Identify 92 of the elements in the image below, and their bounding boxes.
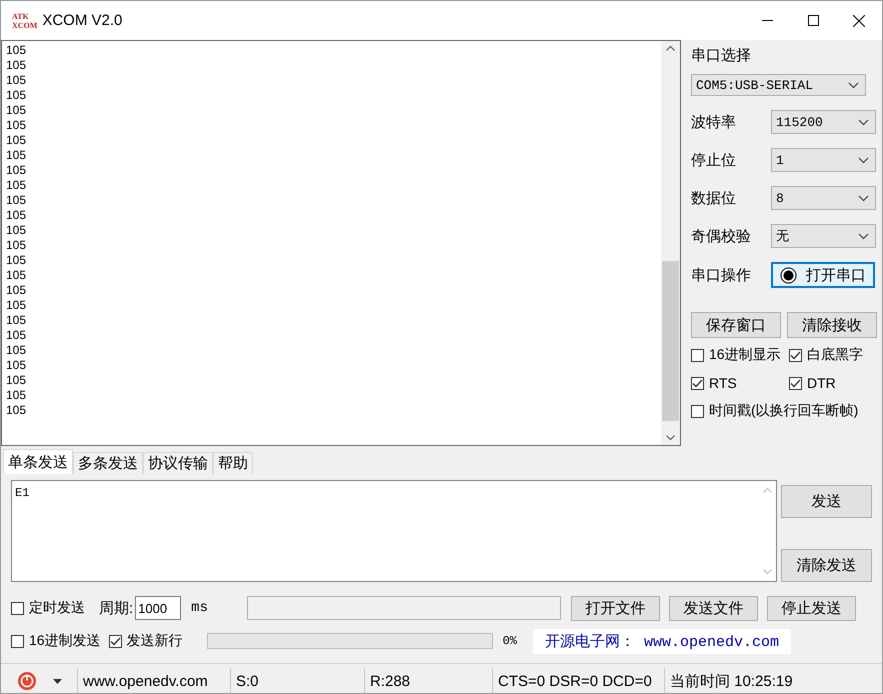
received-count: R:288 [365, 668, 493, 693]
chevron-down-icon [858, 232, 869, 240]
period-label: 周期: [99, 598, 134, 618]
current-time: 当前时间 10:25:19 [669, 672, 794, 692]
window-title: XCOM V2.0 [42, 12, 122, 29]
clear-receive-button[interactable]: 清除接收 [787, 312, 877, 338]
receive-line: 105 [6, 178, 28, 193]
receive-line: 105 [6, 358, 28, 373]
chevron-down-icon [666, 435, 675, 441]
tab[interactable]: 单条发送 [3, 449, 73, 474]
checkbox-label: 白底黑字 [807, 346, 863, 364]
checkbox[interactable] [789, 348, 802, 362]
receive-line: 105 [6, 193, 28, 208]
setting-label: 停止位 [691, 150, 737, 170]
sent-count: S:0 [231, 668, 365, 693]
scrollbar[interactable] [661, 41, 680, 445]
checkbox[interactable] [691, 348, 704, 362]
checkbox-label: 时间戳(以换行回车断帧) [709, 402, 858, 420]
website-text: www.openedv.com [78, 668, 231, 693]
receive-area[interactable]: 105 105 105 105 105 105 105 105 105 105 105 105 105 105 105 105 105 105 105 105 105 105 105 105 105 [1, 40, 681, 446]
checkbox[interactable] [11, 634, 24, 648]
receive-line: 105 [6, 148, 28, 163]
checkbox[interactable] [108, 634, 122, 648]
send-text-field[interactable]: E1 [11, 480, 777, 582]
receive-line: 105 [6, 88, 28, 103]
send-file-button[interactable]: 发送文件 [668, 596, 758, 620]
chevron-up-icon [762, 487, 772, 493]
open-port-button[interactable]: 打开串口 [771, 262, 875, 288]
checkbox[interactable] [11, 602, 24, 614]
receive-line: 105 [6, 43, 28, 58]
open-file-button[interactable]: 打开文件 [570, 596, 660, 620]
receive-line: 105 [6, 343, 28, 358]
receive-line: 105 [6, 238, 28, 253]
receive-line: 105 [6, 133, 28, 148]
dropdown-arrow-icon[interactable] [52, 678, 62, 684]
receive-line: 105 [6, 118, 28, 133]
checkbox[interactable] [691, 376, 704, 390]
receive-line: 105 [6, 103, 28, 118]
setting-label: 数据位 [691, 188, 737, 208]
power-icon[interactable] [16, 671, 36, 691]
receive-line: 105 [6, 298, 28, 313]
setting-label: 波特率 [691, 112, 737, 132]
tab[interactable]: 协议传输 [143, 452, 213, 474]
setting-dropdown[interactable]: 无 [771, 224, 876, 248]
checkbox[interactable] [789, 376, 802, 390]
receive-line: 105 [6, 403, 28, 418]
checkbox-label: RTS [709, 375, 737, 391]
section-label: 串口选择 [691, 46, 752, 65]
checkbox-label: 16进制发送 [29, 632, 101, 650]
receive-line: 105 [6, 268, 28, 283]
receive-line: 105 [6, 253, 28, 268]
chevron-down-icon [762, 569, 772, 575]
stop-send-button[interactable]: 停止发送 [766, 596, 856, 620]
checkbox[interactable] [691, 404, 704, 418]
send-button[interactable]: 发送 [781, 485, 872, 518]
file-path-field[interactable] [246, 596, 561, 620]
receive-line: 105 [6, 313, 28, 328]
checkbox-label: 定时发送 [29, 599, 85, 617]
receive-line: 105 [6, 283, 28, 298]
checkbox-label: 16进制显示 [709, 346, 781, 364]
receive-line: 105 [6, 73, 28, 88]
setting-label: 奇偶校验 [691, 226, 752, 246]
setting-label: 串口操作 [691, 266, 752, 284]
receive-line: 105 [6, 328, 28, 343]
tab[interactable]: 多条发送 [73, 452, 143, 474]
chevron-down-icon [848, 82, 859, 88]
tab[interactable]: 帮助 [213, 452, 253, 474]
setting-dropdown[interactable]: 1 [771, 148, 876, 172]
chevron-down-icon [858, 118, 869, 126]
setting-dropdown[interactable]: 8 [771, 186, 876, 210]
period-field[interactable]: 1000 [135, 596, 182, 620]
clear-send-button[interactable]: 清除发送 [781, 549, 872, 582]
receive-line: 105 [6, 388, 28, 403]
line-status: CTS=0 DSR=0 DCD=0 [493, 668, 665, 693]
checkbox-label: DTR [807, 375, 836, 391]
receive-line: 105 [6, 163, 28, 178]
progress-percent: 0% [502, 634, 517, 648]
save-window-button[interactable]: 保存窗口 [691, 312, 781, 338]
receive-line: 105 [6, 223, 28, 238]
radio-icon [780, 266, 797, 284]
app-logo: ATK XCOM [12, 12, 38, 30]
receive-line: 105 [6, 208, 28, 223]
chevron-down-icon [858, 156, 869, 164]
setting-dropdown[interactable]: 115200 [771, 110, 876, 134]
chevron-down-icon [858, 194, 869, 202]
port-dropdown[interactable]: COM5:USB-SERIAL [691, 74, 866, 96]
website-banner[interactable]: 开源电子网： www.openedv.com [532, 628, 792, 654]
receive-line: 105 [6, 58, 28, 73]
unit-label: ms [191, 600, 208, 616]
checkbox-label: 发送新行 [126, 632, 183, 650]
chevron-up-icon [666, 45, 675, 51]
receive-line: 105 [6, 373, 28, 388]
